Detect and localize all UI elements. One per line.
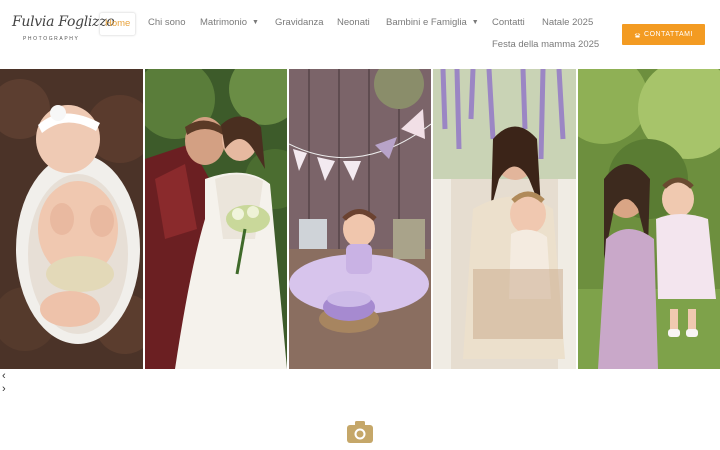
nav-item-contatti[interactable]: Contatti bbox=[492, 12, 525, 34]
main-nav: Home Chi sono Matrimonio ▼ Gravidanza Neo… bbox=[99, 12, 604, 60]
site-header: Fulvia Foglizzo PHOTOGRAPHY Home Chi son… bbox=[0, 0, 720, 68]
nav-item-bambini-e-famiglia[interactable]: Bambini e Famiglia ▼ bbox=[386, 12, 479, 34]
camera-icon bbox=[347, 421, 373, 443]
chevron-left-icon[interactable]: ‹ bbox=[2, 371, 6, 382]
gallery-photo-newborn[interactable] bbox=[0, 69, 143, 369]
nav-item-label: Neonati bbox=[337, 17, 370, 28]
contattami-button[interactable]: CONTATTAMI bbox=[622, 24, 705, 45]
phone-icon bbox=[634, 32, 641, 37]
gallery-photo-wedding[interactable] bbox=[145, 69, 287, 369]
nav-item-label: Home bbox=[105, 18, 131, 29]
caret-down-icon: ▼ bbox=[252, 19, 259, 26]
nav-item-label: Festa della mamma 2025 bbox=[492, 39, 600, 50]
nav-item-chi-sono[interactable]: Chi sono bbox=[148, 12, 186, 34]
contattami-label: CONTATTAMI bbox=[644, 31, 693, 38]
nav-item-label: Bambini e Famiglia bbox=[386, 17, 467, 28]
logo[interactable]: Fulvia Foglizzo PHOTOGRAPHY bbox=[12, 14, 115, 50]
nav-item-natale-2025[interactable]: Natale 2025 bbox=[542, 12, 593, 34]
nav-item-label: Chi sono bbox=[148, 17, 186, 28]
logo-tagline: PHOTOGRAPHY bbox=[23, 36, 80, 42]
nav-item-label: Matrimonio bbox=[200, 17, 247, 28]
nav-item-label: Gravidanza bbox=[275, 17, 324, 28]
chevron-right-icon[interactable]: › bbox=[2, 384, 6, 395]
logo-name: Fulvia Foglizzo bbox=[12, 14, 115, 30]
nav-item-neonati[interactable]: Neonati bbox=[337, 12, 370, 34]
caret-down-icon: ▼ bbox=[471, 19, 479, 26]
gallery-photo-mother-daughter[interactable] bbox=[433, 69, 576, 369]
gallery-photo-cake-smash[interactable] bbox=[289, 69, 431, 369]
nav-item-festa-della-mamma[interactable]: Festa della mamma 2025 bbox=[492, 34, 599, 56]
nav-item-matrimonio[interactable]: Matrimonio ▼ bbox=[200, 12, 259, 34]
nav-item-label: Natale 2025 bbox=[542, 17, 594, 28]
nav-item-gravidanza[interactable]: Gravidanza bbox=[275, 12, 324, 34]
photo-gallery bbox=[0, 69, 720, 369]
nav-item-home[interactable]: Home bbox=[99, 12, 137, 36]
nav-item-label: Contatti bbox=[492, 17, 525, 28]
gallery-photo-mother-child-outdoor[interactable] bbox=[578, 69, 720, 369]
